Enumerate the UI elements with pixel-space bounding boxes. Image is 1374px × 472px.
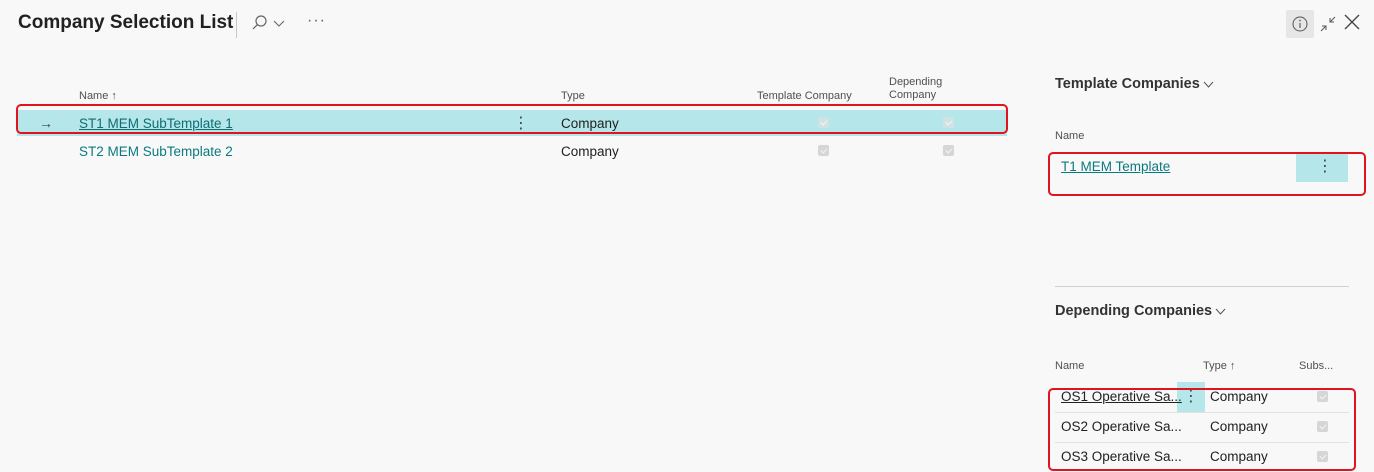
more-icon[interactable]: ··· [307,12,326,30]
close-icon[interactable] [1342,12,1362,32]
sort-ascending-icon: ↑ [1229,360,1236,372]
column-header-name[interactable]: Name ↑ [79,90,117,103]
search-icon[interactable] [251,14,269,32]
depending-company-checkbox [943,145,954,156]
depending-companies-title[interactable]: Depending Companies [1055,303,1226,319]
column-header-depending-company[interactable]: Depending Company [889,76,942,102]
template-company-checkbox [818,145,829,156]
column-header-name[interactable]: Name [1055,360,1084,372]
company-name-link[interactable]: ST2 MEM SubTemplate 2 [79,144,233,159]
highlight-box [1048,152,1366,196]
highlight-box [16,104,1008,134]
highlight-box [1048,388,1356,471]
info-button[interactable] [1286,10,1314,38]
collapse-icon[interactable] [1320,16,1336,32]
column-header-name[interactable]: Name [1055,130,1084,142]
chevron-down-icon[interactable] [273,17,285,29]
column-header-type[interactable]: Type ↑ [1203,360,1235,372]
info-icon [1292,16,1308,32]
sort-ascending-icon: ↑ [111,90,117,102]
page-title: Company Selection List [18,12,234,33]
chevron-down-icon [1215,308,1226,315]
section-divider [1055,286,1349,287]
column-header-type[interactable]: Type [561,90,585,103]
column-header-subs[interactable]: Subs... [1299,360,1333,372]
top-bar: Company Selection List ··· [0,0,1374,54]
company-type: Company [561,144,619,159]
template-companies-title[interactable]: Template Companies [1055,76,1214,92]
column-header-template-company[interactable]: Template Company [757,90,852,103]
title-divider [236,12,237,38]
table-row[interactable]: ST2 MEM SubTemplate 2 Company [17,138,1007,164]
chevron-down-icon [1203,81,1214,88]
